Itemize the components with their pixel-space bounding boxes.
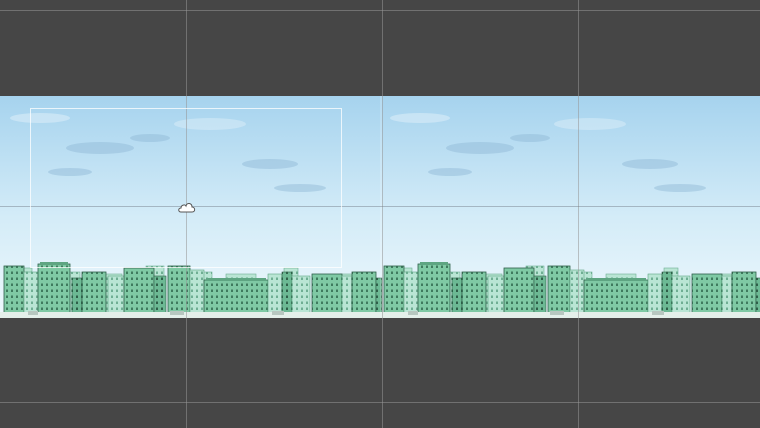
grid-line-vertical: [578, 0, 579, 428]
grid-line-vertical: [382, 0, 383, 428]
grid-line-horizontal: [0, 10, 760, 11]
background-sprite[interactable]: [0, 96, 760, 318]
grid-line-horizontal: [0, 206, 760, 207]
grid-line-horizontal: [0, 402, 760, 403]
cloud-pivot-icon[interactable]: [177, 199, 197, 215]
skyline-scene: [0, 96, 760, 318]
scene-editor-viewport[interactable]: [0, 0, 760, 428]
